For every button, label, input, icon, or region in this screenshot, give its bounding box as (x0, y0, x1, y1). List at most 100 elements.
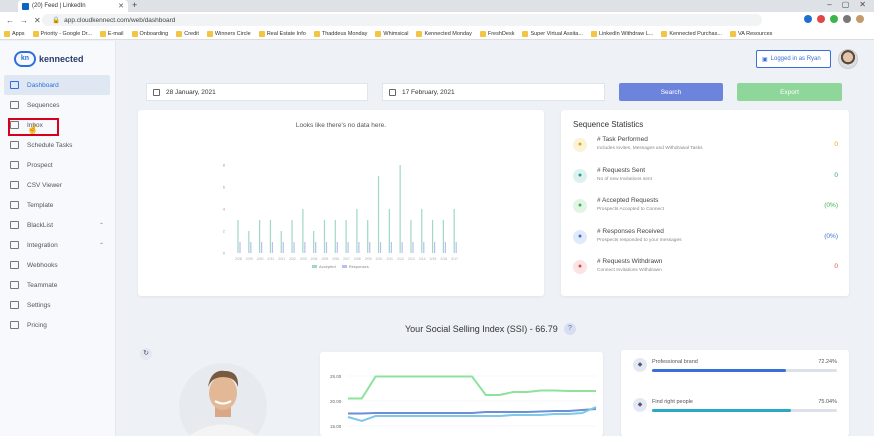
extension-icon[interactable] (830, 15, 838, 23)
minimize-icon[interactable]: – (827, 0, 831, 9)
end-date-input[interactable]: 17 February, 2021 (382, 83, 605, 101)
extension-icon[interactable] (804, 15, 812, 23)
end-date-value: 17 February, 2021 (402, 88, 455, 96)
gear-icon (10, 301, 19, 309)
export-button[interactable]: Export (737, 83, 842, 101)
browser-tab[interactable]: (20) Feed | LinkedIn ✕ (18, 0, 128, 12)
extension-icons (804, 15, 864, 23)
sidebar-item-sequences[interactable]: Sequences (4, 95, 110, 115)
bookmark-item[interactable]: Credit (176, 30, 199, 37)
help-icon[interactable]: ? (564, 323, 576, 335)
ssi-component-label: Professional brand (652, 359, 698, 365)
sidebar-item-template[interactable]: Template (4, 195, 110, 215)
sidebar-item-csv-viewer[interactable]: CSV Viewer (4, 175, 110, 195)
forward-icon[interactable]: → (20, 16, 28, 25)
bookmark-item[interactable]: Priority - Google Dr... (32, 30, 92, 37)
bookmark-item[interactable]: Kennected Monday (416, 30, 472, 37)
sidebar-item-webhooks[interactable]: Webhooks (4, 255, 110, 275)
url-text: app.cloudkennect.com/web/dashboard (64, 16, 176, 24)
maximize-icon[interactable]: ▢ (842, 0, 850, 9)
bookmark-item[interactable]: FreshDesk (479, 30, 515, 37)
refresh-icon[interactable]: ↻ (140, 348, 152, 360)
bookmark-item[interactable]: LinkedIn Withdraw L... (590, 30, 654, 37)
list-icon (10, 101, 19, 109)
bookmark-icon (416, 30, 423, 37)
clock-icon (10, 141, 19, 149)
bar-responses (250, 242, 252, 253)
chevron-up-icon[interactable]: ⌃ (99, 222, 104, 229)
user-minus-icon: ● (573, 260, 587, 274)
bookmark-item[interactable]: Onboarding (131, 30, 168, 37)
sidebar-item-teammate[interactable]: Teammate (4, 275, 110, 295)
bookmark-item[interactable]: Real Estate Info (258, 30, 306, 37)
bookmark-icon (206, 30, 213, 37)
bar-responses (390, 242, 392, 253)
search-button[interactable]: Search (619, 83, 723, 101)
x-tick-label: 2/14 (419, 257, 426, 261)
extension-icon[interactable] (817, 15, 825, 23)
sidebar-item-settings[interactable]: Settings (4, 295, 110, 315)
sidebar-item-pricing[interactable]: Pricing (4, 315, 110, 335)
kennected-logo[interactable]: kn kennected (14, 51, 84, 67)
avatar[interactable] (838, 49, 858, 69)
linkedin-icon (22, 2, 29, 10)
stat-title: # Requests Sent (597, 166, 646, 174)
bookmark-item[interactable]: Kennected Purchas... (661, 30, 722, 37)
bookmark-icon (590, 30, 597, 37)
sidebar-item-schedule-tasks[interactable]: Schedule Tasks (4, 135, 110, 155)
x-tick-label: 2/31 (267, 257, 274, 261)
bookmark-icon (522, 30, 529, 37)
stat-row: ● # Accepted Requests Prospects Accepted t… (573, 195, 838, 221)
calendar-icon (153, 88, 160, 96)
back-icon[interactable]: ← (6, 16, 14, 25)
bookmark-label: Kennected Monday (424, 30, 472, 37)
bar-accepted (377, 176, 380, 253)
chevron-up-icon[interactable]: ⌃ (99, 242, 104, 249)
bar-accepted (334, 220, 336, 253)
sidebar-item-integration[interactable]: Integration ⌃ (4, 235, 110, 255)
sidebar: kn kennected Dashboard Sequences Inbox Sche… (0, 41, 116, 436)
y-tick-label: 6 (223, 185, 226, 190)
bookmark-item[interactable]: Thaddeus Monday (313, 30, 367, 37)
sidebar-item-label: BlackList (27, 221, 54, 229)
sidebar-item-dashboard[interactable]: Dashboard (4, 75, 110, 95)
url-field[interactable]: 🔒 app.cloudkennect.com/web/dashboard (42, 14, 762, 26)
stat-subtitle: Prospects responded to your messages (597, 237, 682, 243)
bookmark-label: Apps (12, 30, 25, 37)
bar-responses (433, 242, 436, 253)
sidebar-item-label: Dashboard (27, 81, 59, 89)
bookmark-label: FreshDesk (487, 30, 515, 37)
bookmark-item[interactable]: Apps (4, 30, 25, 37)
start-date-input[interactable]: 28 January, 2021 (146, 83, 368, 101)
logged-in-button[interactable]: ▣ Logged in as Ryan (756, 50, 831, 68)
bar-responses (239, 242, 241, 253)
bar-responses (315, 242, 317, 253)
bookmark-item[interactable]: E-mail (99, 30, 124, 37)
close-tab-icon[interactable]: ✕ (118, 2, 124, 10)
logo-mark: kn (14, 51, 36, 67)
grid-icon (10, 221, 19, 229)
bookmark-item[interactable]: VA Resources (729, 30, 772, 37)
stats-title: Sequence Statistics (573, 120, 644, 129)
sidebar-item-blacklist[interactable]: BlackList ⌃ (4, 215, 110, 235)
bookmark-item[interactable]: Super Virtual Assita... (522, 30, 583, 37)
bookmark-label: LinkedIn Withdraw L... (598, 30, 654, 37)
x-tick-label: 2/30 (257, 257, 264, 261)
bookmark-icon (729, 30, 736, 37)
bookmark-label: E-mail (107, 30, 124, 37)
close-window-icon[interactable]: ✕ (859, 0, 866, 9)
sidebar-item-prospect[interactable]: Prospect (4, 155, 110, 175)
ssi-series-line (348, 375, 596, 400)
bar-accepted (442, 220, 444, 253)
bookmark-item[interactable]: Winners Circle (206, 30, 251, 37)
bookmark-item[interactable]: Whimsical (375, 30, 408, 37)
template-icon (10, 201, 19, 209)
extension-icon[interactable] (843, 15, 851, 23)
profile-icon[interactable] (856, 15, 864, 23)
start-date-value: 28 January, 2021 (166, 88, 216, 96)
bar-responses (336, 242, 338, 253)
bar-responses (401, 242, 403, 253)
x-tick-label: 2/06 (332, 257, 339, 261)
new-tab-icon[interactable]: + (132, 0, 137, 10)
stop-icon[interactable]: ✕ (34, 16, 41, 25)
